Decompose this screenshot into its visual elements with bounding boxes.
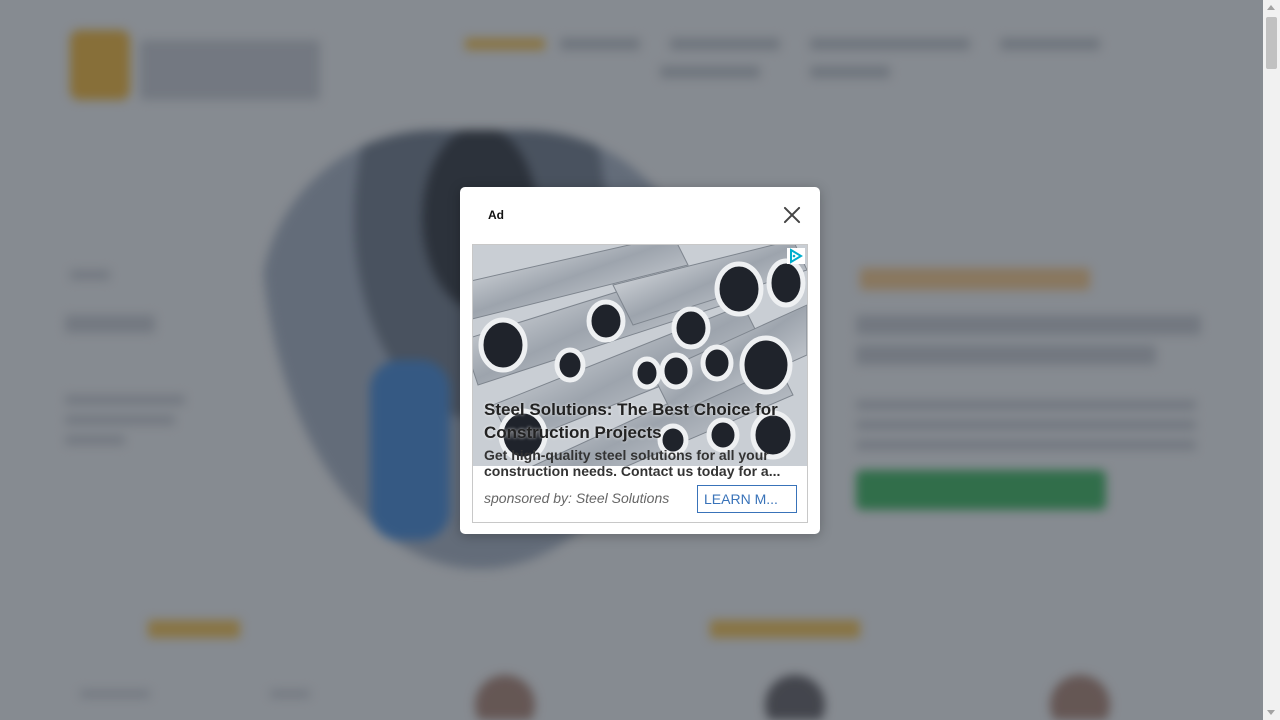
close-icon[interactable]	[782, 205, 802, 225]
ad-creative[interactable]: Steel Solutions: The Best Choice for Con…	[472, 244, 808, 523]
ad-dialog: Ad Steel Solutions: The Best Choice for …	[460, 187, 820, 534]
learn-more-button[interactable]: LEARN M...	[697, 485, 797, 513]
ad-description[interactable]: Get high-quality steel solutions for all…	[484, 447, 796, 479]
adchoices-icon[interactable]	[787, 248, 805, 264]
ad-headline[interactable]: Steel Solutions: The Best Choice for Con…	[484, 398, 796, 444]
ad-label: Ad	[488, 208, 504, 222]
ad-description-text: Get high-quality steel solutions for all…	[484, 447, 781, 479]
page-scrollbar[interactable]	[1263, 0, 1280, 720]
ad-sponsor: sponsored by: Steel Solutions	[484, 490, 670, 506]
scroll-up-icon[interactable]	[1267, 5, 1275, 10]
scroll-down-icon[interactable]	[1267, 710, 1275, 715]
scrollbar-thumb[interactable]	[1266, 17, 1277, 69]
